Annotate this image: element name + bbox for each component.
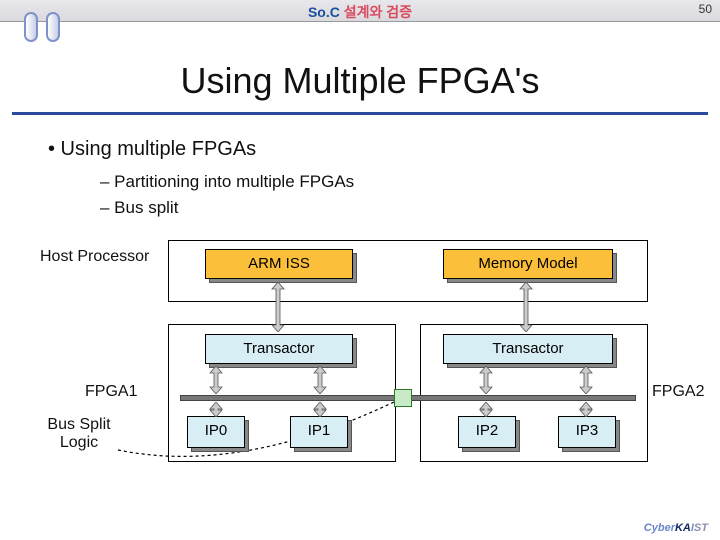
block-ip1: IP1 (290, 416, 348, 448)
logo-ist: IST (691, 522, 708, 534)
block-arm-iss: ARM ISS (205, 249, 353, 279)
double-arrow-icon (312, 402, 328, 417)
double-arrow-icon (518, 282, 534, 332)
double-arrow-icon (312, 366, 328, 394)
page-number: 50 (699, 2, 712, 16)
bullet-sub-1: – Partitioning into multiple FPGAs (100, 172, 354, 192)
double-arrow-icon (208, 402, 224, 417)
label-fpga2: FPGA2 (652, 383, 720, 401)
binder-ring-icon (46, 12, 60, 42)
soc-text: So.C (308, 4, 340, 20)
header-rest: 설계와 검증 (340, 4, 412, 20)
footer-logo: CyberKAIST (644, 522, 708, 534)
label-fpga1: FPGA1 (85, 383, 153, 401)
double-arrow-icon (578, 402, 594, 417)
block-ip3: IP3 (558, 416, 616, 448)
double-arrow-icon (478, 366, 494, 394)
label-host-processor: Host Processor (40, 248, 160, 266)
double-arrow-icon (578, 366, 594, 394)
block-transactor-2: Transactor (443, 334, 613, 364)
bullet-main: • Using multiple FPGAs (48, 138, 256, 161)
block-ip0: IP0 (187, 416, 245, 448)
bullet-sub-2: – Bus split (100, 198, 178, 218)
double-arrow-icon (208, 366, 224, 394)
block-ip2: IP2 (458, 416, 516, 448)
block-memory-model: Memory Model (443, 249, 613, 279)
logo-cyber: Cyber (644, 522, 675, 534)
block-transactor-1: Transactor (205, 334, 353, 364)
logo-ka: KA (675, 522, 691, 534)
double-arrow-icon (478, 402, 494, 417)
bus-split-node (394, 389, 412, 407)
slide-title: Using Multiple FPGA's (0, 60, 720, 102)
double-arrow-icon (270, 282, 286, 332)
label-bus-split-logic: Bus Split Logic (40, 416, 118, 452)
title-underline (12, 112, 708, 115)
header-title: So.C 설계와 검증 (0, 2, 720, 22)
binder-ring-icon (24, 12, 38, 42)
